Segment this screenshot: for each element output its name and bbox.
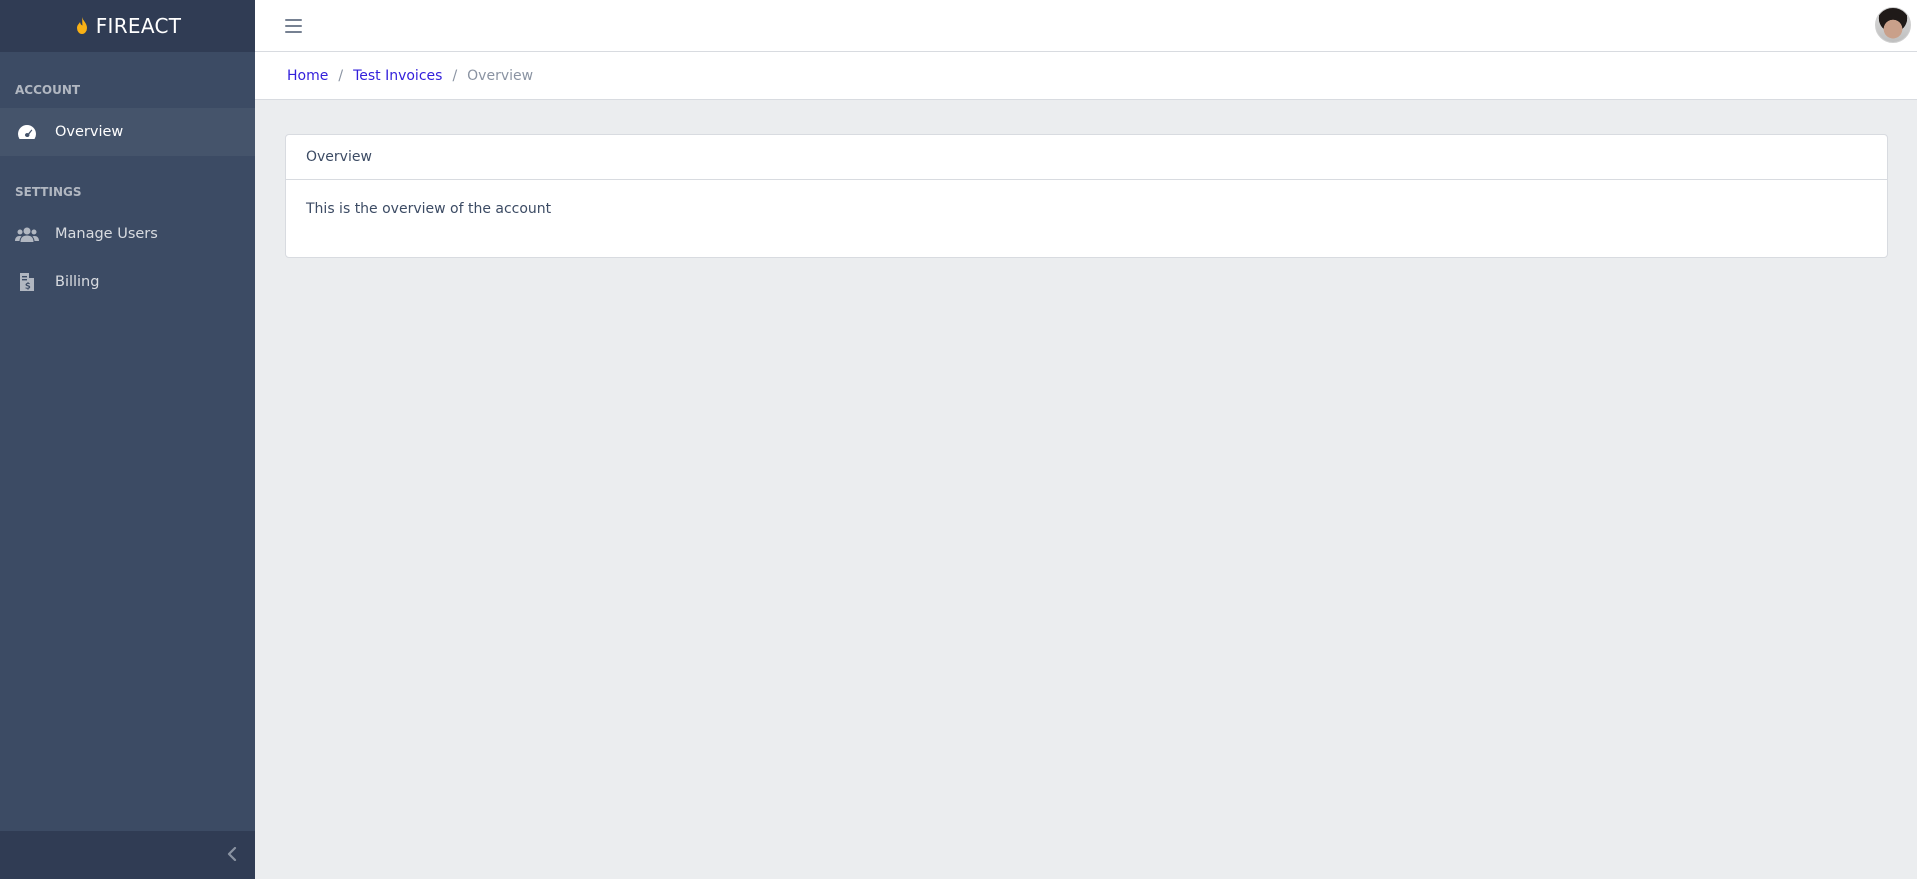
users-icon [15,224,39,244]
sidebar: FIREACT ACCOUNT Overview SETTINGS Manage… [0,0,255,879]
breadcrumb-home-link[interactable]: Home [287,68,328,84]
hamburger-icon-bar [285,19,302,21]
overview-card: Overview This is the overview of the acc… [285,134,1888,258]
breadcrumb-current: Overview [467,67,534,84]
chevron-left-icon [227,846,237,865]
nav-section-settings: SETTINGS [15,185,82,199]
sidebar-item-label: Manage Users [55,226,158,242]
avatar[interactable] [1875,7,1911,43]
flame-icon [74,16,90,36]
breadcrumb-separator: / [338,67,344,84]
speedometer-icon [15,122,39,142]
hamburger-icon-bar [285,31,302,33]
card-body: This is the overview of the account [306,201,552,217]
sidebar-item-label: Billing [55,274,100,290]
top-header [255,0,1917,52]
sidebar-item-overview[interactable]: Overview [0,108,255,156]
sidebar-item-manage-users[interactable]: Manage Users [0,210,255,258]
card-header: Overview [286,135,1887,180]
breadcrumb-separator: / [452,67,458,84]
brand-name: FIREACT [95,14,182,38]
breadcrumb-account-link[interactable]: Test Invoices [353,68,442,84]
breadcrumb: Home / Test Invoices / Overview [255,52,1917,100]
brand[interactable]: FIREACT [0,0,255,52]
nav-section-account: ACCOUNT [15,83,81,97]
invoice-icon [15,272,39,292]
sidebar-minimize-button[interactable] [0,831,255,879]
sidebar-item-billing[interactable]: Billing [0,258,255,306]
sidebar-item-label: Overview [55,124,124,140]
menu-toggle-button[interactable] [285,16,303,36]
hamburger-icon-bar [285,25,302,27]
app-root: FIREACT ACCOUNT Overview SETTINGS Manage… [0,0,1917,879]
